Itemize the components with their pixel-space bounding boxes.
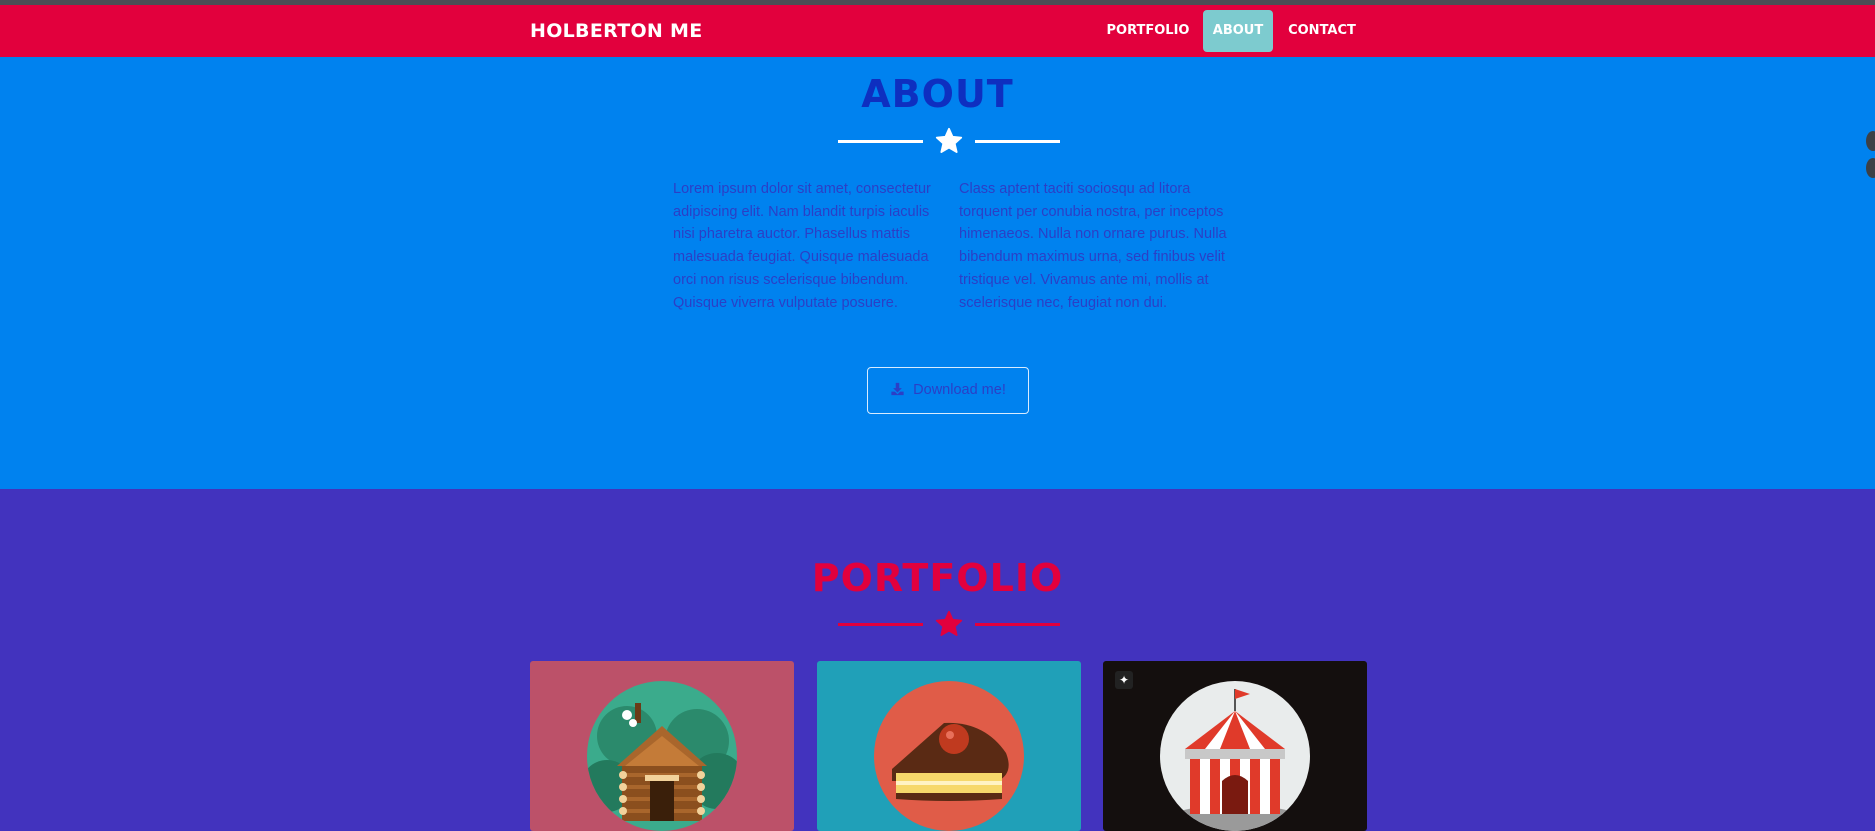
about-divider — [838, 127, 1060, 157]
nav-link-about[interactable]: ABOUT — [1203, 10, 1273, 52]
download-icon — [891, 382, 904, 396]
about-section: ABOUT Lorem ipsum dolor sit amet, consec… — [0, 57, 1875, 489]
divider-line-left — [838, 623, 923, 626]
sparkle-icon[interactable]: ✦ — [1115, 671, 1133, 689]
nav-link-contact[interactable]: CONTACT — [1283, 10, 1361, 52]
star-icon — [935, 610, 963, 636]
side-scroll-dots[interactable] — [1866, 131, 1875, 185]
portfolio-item-cabin[interactable] — [530, 661, 794, 831]
about-text-left: Lorem ipsum dolor sit amet, consectetur … — [673, 181, 931, 311]
divider-line-right — [975, 623, 1060, 626]
portfolio-item-circus[interactable]: ✦ — [1103, 661, 1367, 831]
portfolio-title: PORTFOLIO — [811, 556, 1064, 600]
side-dot[interactable] — [1866, 131, 1875, 151]
download-button-label: Download me! — [913, 382, 1006, 398]
about-title: ABOUT — [861, 72, 1014, 116]
portfolio-divider — [838, 610, 1060, 640]
circus-tent-icon — [1160, 681, 1310, 831]
nav-link-portfolio[interactable]: PORTFOLIO — [1104, 10, 1192, 52]
navbar: HOLBERTON ME PORTFOLIO ABOUT CONTACT — [0, 5, 1875, 57]
cake-slice-icon — [874, 681, 1024, 831]
divider-line-left — [838, 140, 923, 143]
star-icon — [935, 127, 963, 153]
log-cabin-icon — [587, 681, 737, 831]
brand-logo[interactable]: HOLBERTON ME — [530, 20, 703, 42]
portfolio-item-cake[interactable] — [817, 661, 1081, 831]
about-text-right: Class aptent taciti sociosqu ad litora t… — [959, 181, 1227, 311]
divider-line-right — [975, 140, 1060, 143]
side-dot[interactable] — [1866, 158, 1875, 178]
download-button[interactable]: Download me! — [867, 367, 1029, 414]
